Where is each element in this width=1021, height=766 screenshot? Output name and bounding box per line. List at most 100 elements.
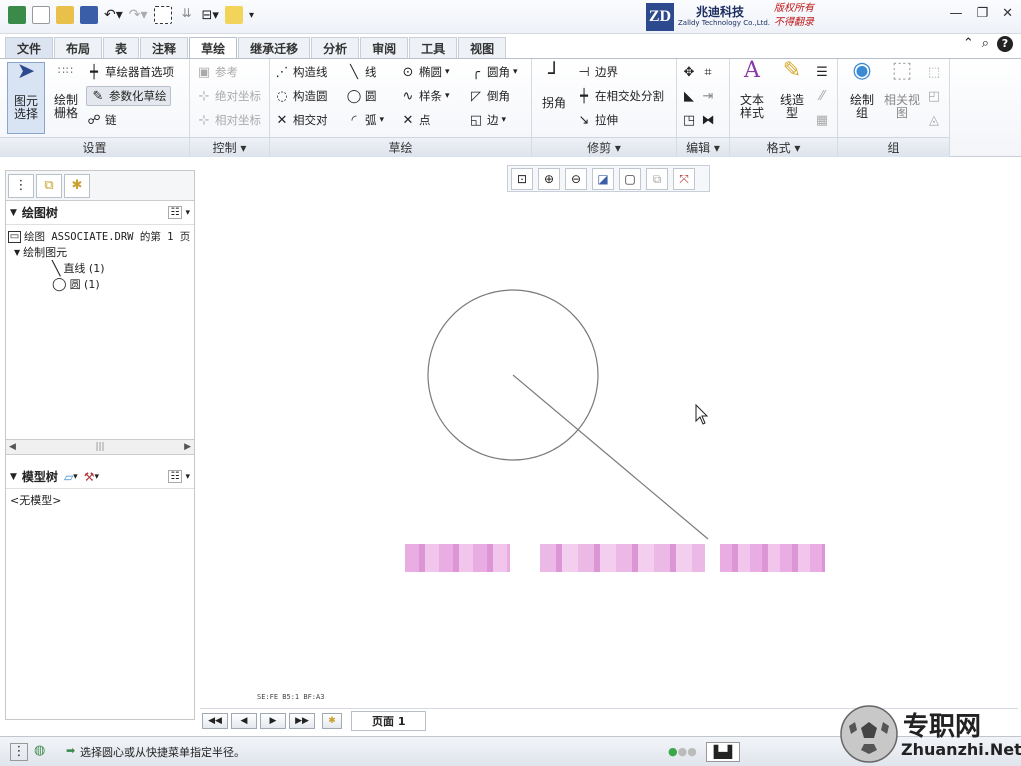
collapse-arrow-icon[interactable]: ▼ (10, 208, 17, 218)
model-display-dropdown-icon[interactable]: ▾ (73, 472, 78, 482)
first-page-icon[interactable]: ◀◀ (202, 712, 228, 729)
zoom-in-icon[interactable]: ⊕ (538, 168, 560, 190)
construction-circle-button[interactable]: ◌ 构造圆 (274, 86, 327, 106)
drawing-canvas[interactable] (200, 192, 1018, 707)
tab-layout[interactable]: 布局 (54, 37, 103, 58)
status-browser-icon[interactable]: ◍ (34, 743, 45, 758)
model-tools-dropdown-icon[interactable]: ▾ (94, 472, 99, 482)
zoom-out-icon[interactable]: ⊖ (565, 168, 587, 190)
arc-button[interactable]: ◜ 弧 ▾ (346, 110, 384, 130)
tree-folder[interactable]: ▼ 绘制图元 (8, 245, 192, 261)
model-collapse-arrow-icon[interactable]: ▼ (10, 472, 17, 482)
tab-table[interactable]: 表 (103, 37, 140, 58)
edge-button[interactable]: ◱ 边 ▾ (468, 110, 506, 130)
line-width-icon[interactable]: ☰ (814, 65, 830, 80)
ellipse-dropdown-icon[interactable]: ▾ (445, 67, 450, 77)
line-button[interactable]: ╲ 线 (346, 62, 376, 82)
spline-button[interactable]: ∿ 样条 ▾ (400, 86, 450, 106)
divide-at-intersection-button[interactable]: ┿ 在相交处分割 (576, 86, 664, 106)
status-tree-icon[interactable]: ⋮ (10, 743, 28, 761)
draw-grid-button[interactable]: ∷∷ 绘制 栅格 (48, 64, 84, 120)
collapse-ribbon-icon[interactable]: ⌃ (963, 36, 974, 52)
layer-icon[interactable]: ▦ (814, 113, 830, 128)
favorites-tab-icon[interactable]: ✱ (64, 174, 90, 198)
translate-icon[interactable]: ⇥ (700, 89, 716, 104)
hatch-icon[interactable]: ⁄⁄ (814, 89, 830, 104)
move-icon[interactable]: ✥ (681, 65, 697, 80)
related-view-button[interactable]: ⬚ 相关视 图 (882, 60, 922, 120)
tab-analysis[interactable]: 分析 (311, 37, 360, 58)
folder-browser-tab-icon[interactable]: ⧉ (36, 174, 62, 198)
redo-icon[interactable]: ↷▾ (129, 7, 148, 23)
refit-icon[interactable]: ⊡ (511, 168, 533, 190)
group-control-label[interactable]: 控制 ▾ (190, 137, 269, 157)
help-icon[interactable]: ? (997, 36, 1013, 52)
sketcher-display-icon[interactable]: ⤧ (673, 168, 695, 190)
tree-settings-dropdown-icon[interactable]: ▾ (185, 208, 190, 218)
customize-icon[interactable]: ▾ (249, 10, 254, 21)
model-tools-icon[interactable]: ⚒ (84, 470, 95, 484)
find-icon[interactable]: ▙▟ (706, 742, 740, 762)
new-icon[interactable] (32, 6, 50, 24)
corner-button[interactable]: ┘ 拐角 (536, 63, 572, 110)
tab-review[interactable]: 审阅 (360, 37, 409, 58)
regenerate-icon[interactable]: ⇊ (178, 6, 196, 24)
sketched-line[interactable] (512, 374, 709, 540)
last-page-icon[interactable]: ▶▶ (289, 712, 315, 729)
group-option-3-icon[interactable]: ◬ (926, 113, 942, 128)
open-icon[interactable] (56, 6, 74, 24)
minimize-button[interactable]: — (949, 6, 962, 21)
display-style-icon[interactable]: ▢ (619, 168, 641, 190)
sketcher-prefs-button[interactable]: ┿ 草绘器首选项 (86, 62, 174, 82)
chain-button[interactable]: ☍ 链 (86, 110, 116, 130)
tree-item-circle[interactable]: ◯ 圆 (1) (8, 277, 192, 293)
maximize-button[interactable]: ❐ (976, 6, 988, 21)
tree-item-line[interactable]: ╲ 直线 (1) (8, 261, 192, 277)
prev-page-icon[interactable]: ◀ (231, 712, 257, 729)
intersect-pair-button[interactable]: ✕ 相交对 (274, 110, 328, 130)
chamfer-button[interactable]: ◸ 倒角 (468, 86, 510, 106)
window-icon[interactable]: ⊟▾ (202, 8, 219, 23)
close-button[interactable]: ✕ (1002, 6, 1013, 21)
construction-line-button[interactable]: ⋰ 构造线 (274, 62, 328, 82)
repaint-icon[interactable]: ◪ (592, 168, 614, 190)
ellipse-button[interactable]: ⊙ 椭圆 ▾ (400, 62, 450, 82)
relative-coord-button[interactable]: ⊹ 相对坐标 (196, 110, 261, 130)
tree-root[interactable]: ▭ 绘图 ASSOCIATE.DRW 的第 1 页 (8, 229, 192, 245)
point-button[interactable]: ✕ 点 (400, 110, 431, 130)
fillet-button[interactable]: ╭ 圆角 ▾ (468, 62, 518, 82)
tab-view[interactable]: 视图 (458, 37, 507, 58)
next-page-icon[interactable]: ▶ (260, 712, 286, 729)
new-page-icon[interactable]: ✱ (322, 712, 342, 729)
save-icon[interactable] (80, 6, 98, 24)
undo-icon[interactable]: ↶▾ (104, 7, 123, 23)
draw-group-button[interactable]: ◉ 绘制 组 (842, 60, 882, 120)
tab-file[interactable]: 文件 (5, 37, 54, 58)
edge-dropdown-icon[interactable]: ▾ (502, 115, 507, 125)
group-edit-label[interactable]: 编辑 ▾ (677, 137, 729, 157)
scroll-thumb[interactable]: ||| (95, 442, 104, 452)
model-settings-icon[interactable]: ☷ (167, 470, 183, 483)
rotate-icon[interactable]: ◣ (681, 89, 697, 104)
reference-button[interactable]: ▣ 参考 (196, 62, 238, 82)
model-display-icon[interactable]: ▱ (64, 470, 73, 484)
circle-button[interactable]: ◯ 圆 (346, 86, 377, 106)
scroll-right-icon[interactable]: ▶ (184, 442, 191, 452)
expand-arrow-icon[interactable]: ▼ (14, 245, 20, 261)
horizontal-scrollbar[interactable]: ◀ ||| ▶ (6, 439, 194, 455)
page-tab[interactable]: 页面 1 (351, 710, 427, 731)
select-box-icon[interactable] (153, 6, 172, 24)
tab-sketch[interactable]: 草绘 (189, 37, 238, 59)
mirror-icon[interactable]: ⧓ (700, 113, 716, 128)
absolute-coord-button[interactable]: ⊹ 绝对坐标 (196, 86, 261, 106)
tab-annotate[interactable]: 注释 (140, 37, 189, 58)
param-sketch-button[interactable]: ✎ 参数化草绘 (86, 86, 171, 106)
model-settings-dropdown-icon[interactable]: ▾ (185, 472, 190, 482)
scale-icon[interactable]: ⌗ (700, 65, 716, 80)
group-option-2-icon[interactable]: ◰ (926, 89, 942, 104)
fillet-dropdown-icon[interactable]: ▾ (513, 67, 518, 77)
annotation-display-icon[interactable]: ⧉ (646, 168, 668, 190)
drawing-tree-header[interactable]: ▼ 绘图树 ☷ ▾ (6, 201, 194, 225)
model-tree-header[interactable]: ▼ 模型树 ▱ ▾ ⚒ ▾ ☷ ▾ (6, 465, 194, 489)
text-style-button[interactable]: A 文本 样式 (734, 60, 770, 120)
